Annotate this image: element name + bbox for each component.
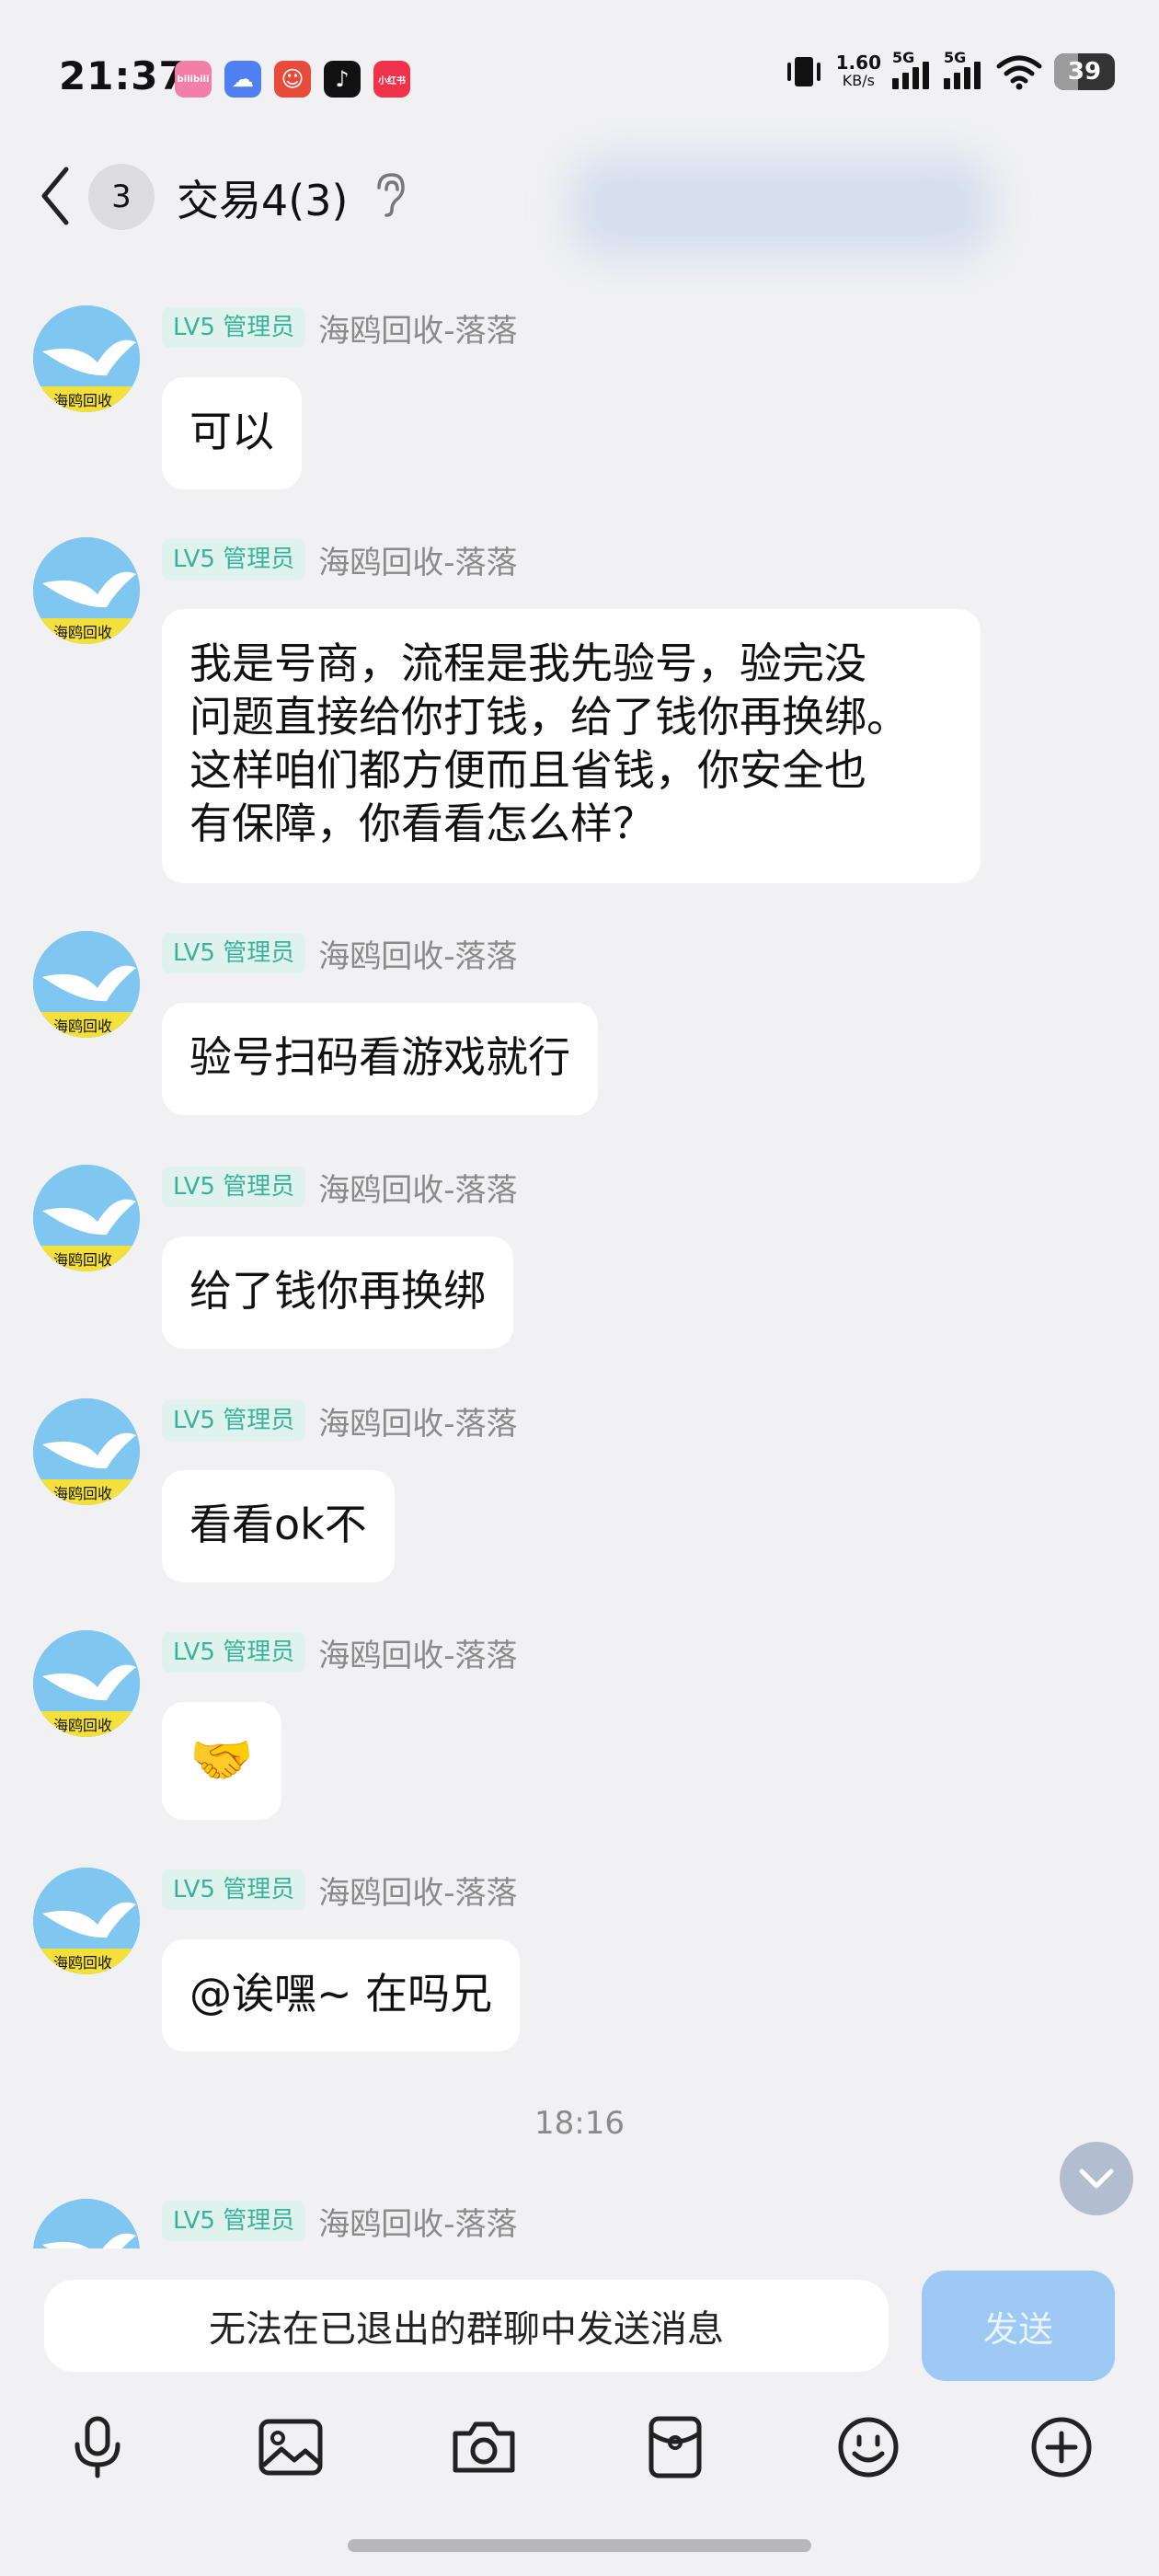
message-line: 这样咱们都方便而且省钱，你安全也 xyxy=(189,745,866,795)
blurred-region xyxy=(570,156,993,258)
level-badge: LV5 管理员 xyxy=(162,1869,306,1910)
avatar[interactable]: 海鸥回收 xyxy=(33,931,140,1038)
avatar-label: 海鸥回收 xyxy=(53,1018,112,1035)
avatar[interactable]: 海鸥回收 xyxy=(33,1165,140,1271)
ear-icon[interactable] xyxy=(372,171,408,219)
signal-label: 5G xyxy=(892,49,915,66)
level-badge: LV5 管理员 xyxy=(162,1400,306,1441)
home-indicator[interactable] xyxy=(348,2539,811,2552)
red-packet-button[interactable] xyxy=(638,2410,712,2484)
avatar-label: 海鸥回收 xyxy=(53,1717,112,1734)
message-input[interactable]: 无法在已退出的群聊中发送消息 xyxy=(44,2280,889,2372)
game-app-icon: ☺ xyxy=(274,61,311,98)
message-meta: LV5 管理员 海鸥回收-落落 xyxy=(162,1398,518,1443)
sender-name[interactable]: 海鸥回收-落落 xyxy=(318,2199,517,2244)
image-button[interactable] xyxy=(254,2410,327,2484)
sender-name[interactable]: 海鸥回收-落落 xyxy=(318,305,517,351)
level-badge: LV5 管理员 xyxy=(162,933,306,973)
notification-icons: bilibili ☁ ☺ ♪ 小红书 xyxy=(175,61,410,98)
avatar-label: 海鸥回收 xyxy=(53,392,112,409)
xiaohongshu-icon: 小红书 xyxy=(373,61,410,98)
level-badge: LV5 管理员 xyxy=(162,307,306,348)
network-speed: 1.60 KB/s xyxy=(836,53,881,90)
level-badge: LV5 管理员 xyxy=(162,1167,306,1207)
sender-name[interactable]: 海鸥回收-落落 xyxy=(318,931,517,976)
message-line: 我是号商，流程是我先验号，验完没 xyxy=(189,638,866,688)
mic-button[interactable] xyxy=(61,2410,134,2484)
message-meta: LV5 管理员 海鸥回收-落落 xyxy=(162,1868,518,1912)
status-bar: 21:37 bilibili ☁ ☺ ♪ 小红书 1.60 KB/s 5G 5G xyxy=(0,0,1159,156)
camera-icon xyxy=(453,2421,515,2473)
unread-count-badge[interactable]: 3 xyxy=(88,164,155,230)
system-indicators: 1.60 KB/s 5G 5G 39 xyxy=(783,49,1115,90)
avatar[interactable]: 海鸥回收 xyxy=(33,305,140,412)
avatar-label: 海鸥回收 xyxy=(53,1251,112,1269)
avatar[interactable]: 海鸥回收 xyxy=(33,1398,140,1505)
emoji-icon xyxy=(838,2417,899,2478)
sender-name[interactable]: 海鸥回收-落落 xyxy=(318,537,517,582)
message-bubble[interactable]: 看看ok不 xyxy=(162,1470,395,1582)
signal-5g-2: 5G xyxy=(944,49,984,89)
red-packet-icon xyxy=(648,2416,702,2478)
message-meta: LV5 管理员 海鸥回收-落落 xyxy=(162,1630,518,1674)
send-button[interactable]: 发送 xyxy=(922,2271,1115,2381)
message-bubble[interactable]: 给了钱你再换绑 xyxy=(162,1236,513,1349)
message-bubble[interactable]: @诶嘿~ 在吗兄 xyxy=(162,1939,521,2052)
message-bubble[interactable]: 验号扫码看游戏就行 xyxy=(162,1003,598,1115)
handshake-emoji-bubble[interactable]: 🤝 xyxy=(162,1702,281,1820)
clock: 21:37 xyxy=(59,53,187,98)
wifi-icon xyxy=(996,55,1042,90)
network-speed-value: 1.60 xyxy=(835,52,881,74)
battery-indicator: 39 xyxy=(1054,53,1115,90)
more-button[interactable] xyxy=(1025,2410,1098,2484)
baidu-cloud-icon: ☁ xyxy=(224,61,261,98)
mic-icon xyxy=(75,2416,120,2478)
level-badge: LV5 管理员 xyxy=(162,1632,306,1673)
avatar[interactable]: 海鸥回收 xyxy=(33,1868,140,1974)
avatar-label: 海鸥回收 xyxy=(53,624,112,641)
network-speed-unit: KB/s xyxy=(842,72,875,89)
message-line: 问题直接给你打钱，给了钱你再换绑。 xyxy=(189,692,909,742)
avatar[interactable]: 海鸥回收 xyxy=(33,537,140,644)
signal-label: 5G xyxy=(944,49,967,66)
message-meta: LV5 管理员 海鸥回收-落落 xyxy=(162,931,518,975)
avatar-label: 海鸥回收 xyxy=(53,1954,112,1972)
message-bubble[interactable]: 可以 xyxy=(162,377,302,489)
sender-name[interactable]: 海鸥回收-落落 xyxy=(318,1630,517,1675)
scroll-to-bottom-button[interactable] xyxy=(1060,2142,1133,2215)
battery-level: 39 xyxy=(1067,58,1102,86)
message-line: 有保障，你看看怎么样？ xyxy=(189,799,655,848)
tiktok-icon: ♪ xyxy=(324,61,361,98)
chevron-down-icon xyxy=(1079,2168,1114,2189)
sender-name[interactable]: 海鸥回收-落落 xyxy=(318,1868,517,1913)
avatar[interactable]: 海鸥回收 xyxy=(33,1630,140,1737)
message-meta: LV5 管理员 海鸥回收-落落 xyxy=(162,2199,518,2243)
bilibili-icon: bilibili xyxy=(175,61,212,98)
chat-title: 交易4(3) xyxy=(177,176,349,225)
input-toolbar xyxy=(0,2410,1159,2484)
vibrate-icon xyxy=(786,57,820,86)
message-bubble[interactable]: 我是号商，流程是我先验号，验完没 问题直接给你打钱，给了钱你再换绑。 这样咱们都… xyxy=(162,609,981,883)
signal-5g-1: 5G xyxy=(892,49,933,89)
time-divider: 18:16 xyxy=(534,2105,625,2142)
message-meta: LV5 管理员 海鸥回收-落落 xyxy=(162,537,518,581)
sender-name[interactable]: 海鸥回收-落落 xyxy=(318,1398,517,1443)
plus-icon xyxy=(1031,2417,1092,2478)
back-arrow-icon[interactable] xyxy=(37,164,74,228)
message-meta: LV5 管理员 海鸥回收-落落 xyxy=(162,1165,518,1209)
image-icon xyxy=(258,2419,323,2476)
message-meta: LV5 管理员 海鸥回收-落落 xyxy=(162,305,518,350)
avatar-label: 海鸥回收 xyxy=(53,1485,112,1502)
sender-name[interactable]: 海鸥回收-落落 xyxy=(318,1165,517,1210)
level-badge: LV5 管理员 xyxy=(162,539,306,580)
camera-button[interactable] xyxy=(447,2410,521,2484)
emoji-button[interactable] xyxy=(832,2410,905,2484)
level-badge: LV5 管理员 xyxy=(162,2201,306,2241)
